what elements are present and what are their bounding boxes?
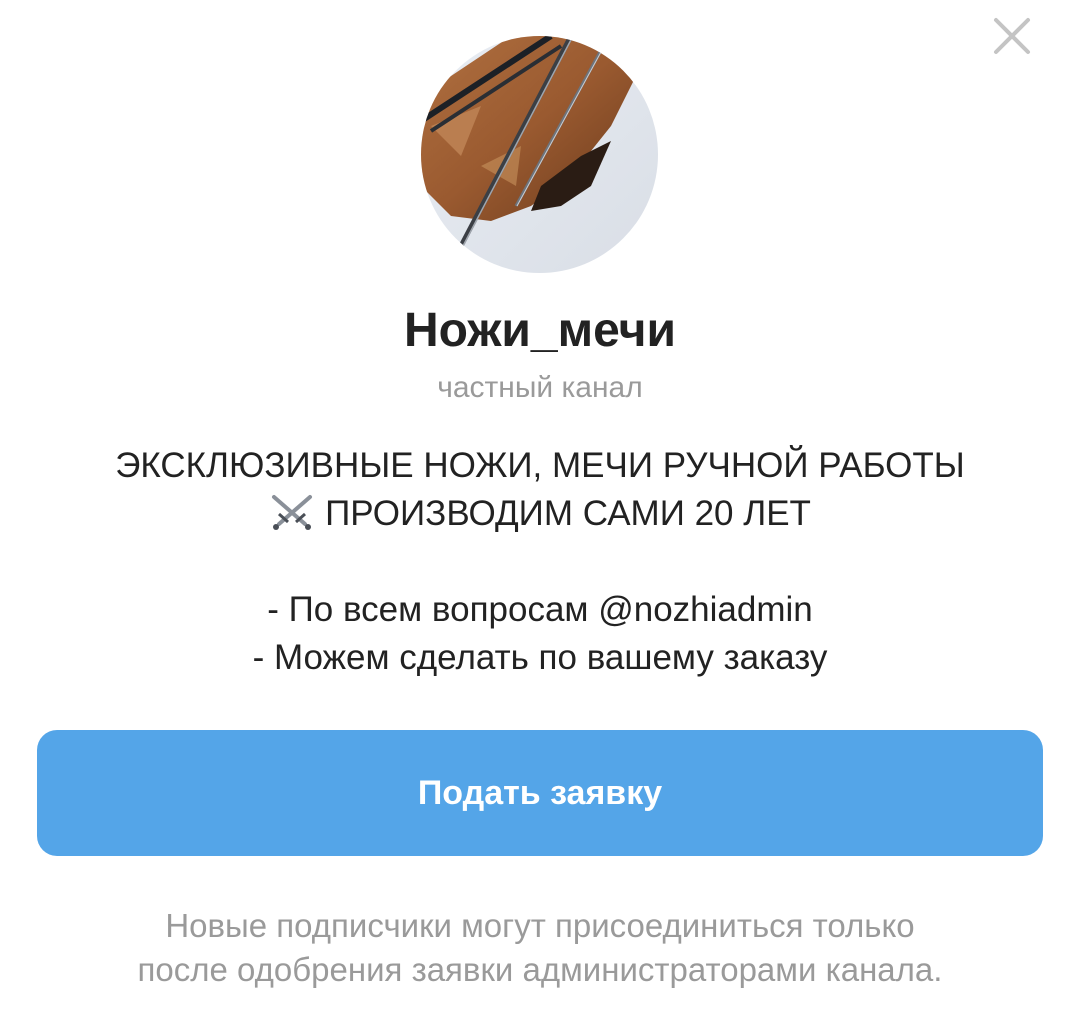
notice-line: после одобрения заявки администраторами … bbox=[137, 951, 943, 988]
close-icon[interactable] bbox=[988, 12, 1036, 60]
channel-avatar bbox=[421, 36, 658, 273]
description-line-text: ПРОИЗВОДИМ САМИ 20 ЛЕТ bbox=[325, 494, 811, 533]
description-spacer bbox=[40, 538, 1040, 586]
description-line: ЭКСКЛЮЗИВНЫЕ НОЖИ, МЕЧИ РУЧНОЙ РАБОТЫ bbox=[115, 446, 965, 485]
description-line: ПРОИЗВОДИМ САМИ 20 ЛЕТ bbox=[40, 490, 1040, 538]
channel-type-label: частный канал bbox=[437, 371, 643, 404]
description-line: - Можем сделать по вашему заказу bbox=[252, 638, 828, 677]
description-line: - По всем вопросам @nozhiadmin bbox=[267, 590, 813, 629]
channel-title: Ножи_мечи bbox=[404, 304, 676, 357]
notice-line: Новые подписчики могут присоединиться то… bbox=[165, 907, 915, 944]
request-join-button[interactable]: Подать заявку bbox=[37, 730, 1043, 856]
approval-notice: Новые подписчики могут присоединиться то… bbox=[40, 904, 1040, 992]
crossed-swords-icon bbox=[272, 495, 313, 530]
channel-description: ЭКСКЛЮЗИВНЫЕ НОЖИ, МЕЧИ РУЧНОЙ РАБОТЫ ПР… bbox=[40, 442, 1040, 682]
avatar-image bbox=[421, 36, 658, 273]
close-button[interactable] bbox=[988, 12, 1036, 60]
